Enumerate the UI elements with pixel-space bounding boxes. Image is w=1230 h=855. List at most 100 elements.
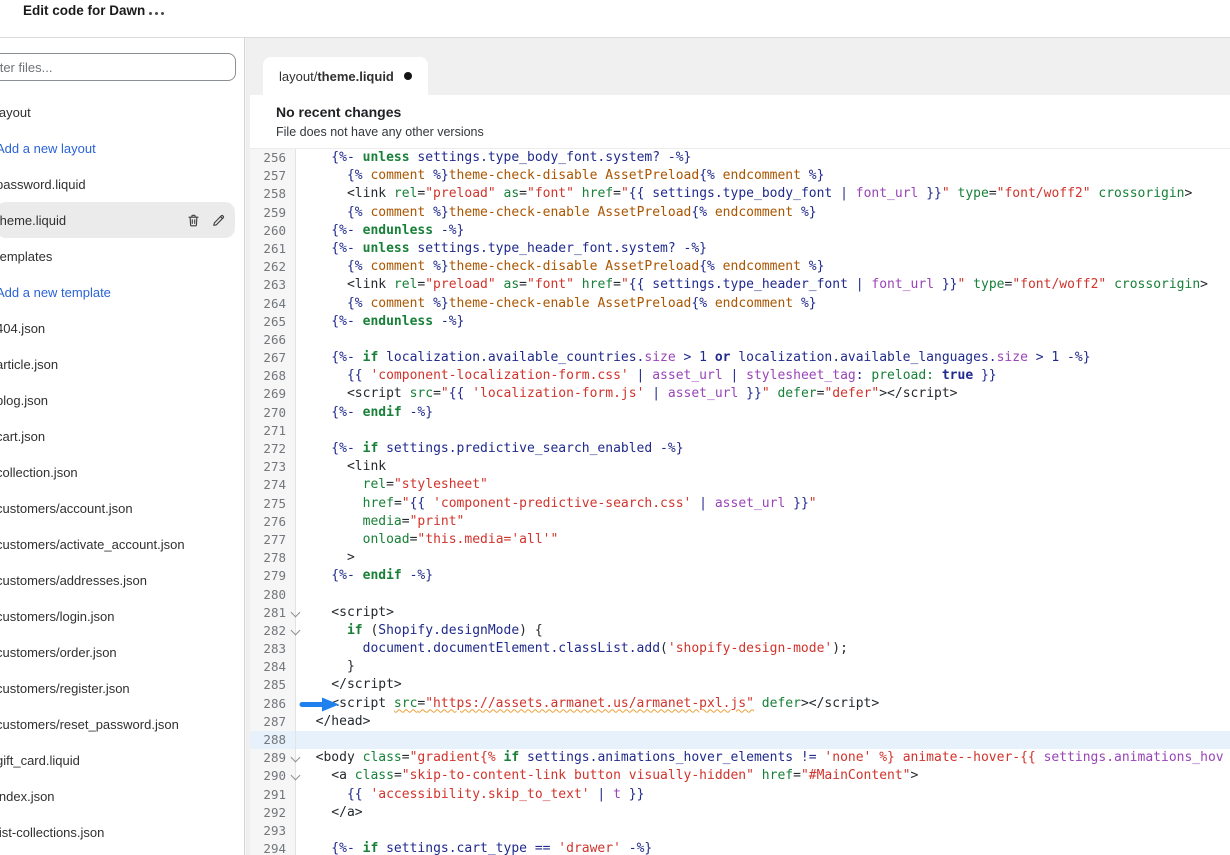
code-text[interactable]: <script src="{{ 'localization-form.js' |…	[296, 385, 1230, 403]
code-line-261[interactable]: 261 {%- unless settings.type_header_font…	[250, 240, 1230, 258]
code-text[interactable]: <script src="https://assets.armanet.us/a…	[296, 695, 1230, 713]
tab-theme-liquid[interactable]: layout/theme.liquid	[263, 57, 428, 95]
code-line-294[interactable]: 294 {%- if settings.cart_type == 'drawer…	[250, 840, 1230, 855]
code-line-279[interactable]: 279 {%- endif -%}	[250, 567, 1230, 585]
code-line-265[interactable]: 265 {%- endunless -%}	[250, 313, 1230, 331]
code-line-282[interactable]: 282 if (Shopify.designMode) {	[250, 622, 1230, 640]
file-password-liquid[interactable]: password.liquid	[0, 166, 244, 202]
edit-icon[interactable]	[211, 213, 226, 228]
code-text[interactable]: {%- unless settings.type_body_font.syste…	[296, 149, 1230, 167]
file-blog-json[interactable]: blog.json	[0, 382, 244, 418]
code-text[interactable]: <link	[296, 458, 1230, 476]
more-actions-button[interactable]	[144, 6, 168, 20]
code-line-283[interactable]: 283 document.documentElement.classList.a…	[250, 640, 1230, 658]
code-line-284[interactable]: 284 }	[250, 658, 1230, 676]
code-line-290[interactable]: 290 <a class="skip-to-content-link butto…	[250, 767, 1230, 785]
code-line-270[interactable]: 270 {%- endif -%}	[250, 404, 1230, 422]
code-line-281[interactable]: 281 <script>	[250, 604, 1230, 622]
code-text[interactable]: {% comment %}theme-check-enable AssetPre…	[296, 204, 1230, 222]
code-line-271[interactable]: 271	[250, 422, 1230, 440]
code-line-266[interactable]: 266	[250, 331, 1230, 349]
code-text[interactable]: {%- endif -%}	[296, 404, 1230, 422]
code-line-256[interactable]: 256 {%- unless settings.type_body_font.s…	[250, 149, 1230, 167]
code-line-273[interactable]: 273 <link	[250, 458, 1230, 476]
code-line-286[interactable]: 286 <script src="https://assets.armanet.…	[250, 695, 1230, 713]
file-404-json[interactable]: 404.json	[0, 310, 244, 346]
code-text[interactable]	[296, 331, 1230, 349]
code-text[interactable]: rel="stylesheet"	[296, 476, 1230, 494]
code-line-288[interactable]: 288	[250, 731, 1230, 749]
file-customers-login-json[interactable]: customers/login.json	[0, 598, 244, 634]
file-cart-json[interactable]: cart.json	[0, 418, 244, 454]
code-line-268[interactable]: 268 {{ 'component-localization-form.css'…	[250, 367, 1230, 385]
code-text[interactable]: {% comment %}theme-check-enable AssetPre…	[296, 295, 1230, 313]
code-text[interactable]: {{ 'component-localization-form.css' | a…	[296, 367, 1230, 385]
code-text[interactable]	[296, 422, 1230, 440]
add-layout-link[interactable]: Add a new layout	[0, 130, 244, 166]
code-line-291[interactable]: 291 {{ 'accessibility.skip_to_text' | t …	[250, 786, 1230, 804]
code-text[interactable]: {%- unless settings.type_header_font.sys…	[296, 240, 1230, 258]
code-text[interactable]: </script>	[296, 676, 1230, 694]
code-text[interactable]	[296, 822, 1230, 840]
code-text[interactable]: {% comment %}theme-check-disable AssetPr…	[296, 258, 1230, 276]
code-text[interactable]: href="{{ 'component-predictive-search.cs…	[296, 495, 1230, 513]
code-text[interactable]: {%- if settings.cart_type == 'drawer' -%…	[296, 840, 1230, 855]
code-line-274[interactable]: 274 rel="stylesheet"	[250, 476, 1230, 494]
code-text[interactable]	[296, 731, 1230, 749]
code-line-264[interactable]: 264 {% comment %}theme-check-enable Asse…	[250, 295, 1230, 313]
code-text[interactable]: {%- endif -%}	[296, 567, 1230, 585]
trash-icon[interactable]	[186, 213, 201, 228]
code-text[interactable]: }	[296, 658, 1230, 676]
code-text[interactable]: <link rel="preload" as="font" href="{{ s…	[296, 185, 1230, 203]
file-theme-liquid[interactable]: theme.liquid	[0, 202, 235, 238]
code-line-277[interactable]: 277 onload="this.media='all'"	[250, 531, 1230, 549]
code-text[interactable]: <link rel="preload" as="font" href="{{ s…	[296, 276, 1230, 294]
code-editor[interactable]: 256 {%- unless settings.type_body_font.s…	[250, 149, 1230, 855]
code-text[interactable]: {{ 'accessibility.skip_to_text' | t }}	[296, 786, 1230, 804]
code-line-287[interactable]: 287 </head>	[250, 713, 1230, 731]
code-line-258[interactable]: 258 <link rel="preload" as="font" href="…	[250, 185, 1230, 203]
file-list-collections-json[interactable]: list-collections.json	[0, 814, 244, 850]
add-template-link[interactable]: Add a new template	[0, 274, 244, 310]
file-customers-activate-account-json[interactable]: customers/activate_account.json	[0, 526, 244, 562]
file-index-json[interactable]: index.json	[0, 778, 244, 814]
code-line-272[interactable]: 272 {%- if settings.predictive_search_en…	[250, 440, 1230, 458]
code-text[interactable]: document.documentElement.classList.add('…	[296, 640, 1230, 658]
code-line-267[interactable]: 267 {%- if localization.available_countr…	[250, 349, 1230, 367]
file-gift-card-liquid[interactable]: gift_card.liquid	[0, 742, 244, 778]
code-text[interactable]: {%- endunless -%}	[296, 313, 1230, 331]
code-line-292[interactable]: 292 </a>	[250, 804, 1230, 822]
file-article-json[interactable]: article.json	[0, 346, 244, 382]
code-text[interactable]: if (Shopify.designMode) {	[296, 622, 1230, 640]
file-customers-account-json[interactable]: customers/account.json	[0, 490, 244, 526]
code-line-278[interactable]: 278 >	[250, 549, 1230, 567]
code-line-289[interactable]: 289 <body class="gradient{% if settings.…	[250, 749, 1230, 767]
code-text[interactable]	[296, 586, 1230, 604]
file-customers-register-json[interactable]: customers/register.json	[0, 670, 244, 706]
file-customers-reset-password-json[interactable]: customers/reset_password.json	[0, 706, 244, 742]
code-line-257[interactable]: 257 {% comment %}theme-check-disable Ass…	[250, 167, 1230, 185]
code-text[interactable]: {% comment %}theme-check-disable AssetPr…	[296, 167, 1230, 185]
code-line-276[interactable]: 276 media="print"	[250, 513, 1230, 531]
code-text[interactable]: media="print"	[296, 513, 1230, 531]
code-line-260[interactable]: 260 {%- endunless -%}	[250, 222, 1230, 240]
code-text[interactable]: onload="this.media='all'"	[296, 531, 1230, 549]
code-text[interactable]: {%- if settings.predictive_search_enable…	[296, 440, 1230, 458]
code-text[interactable]: {%- if localization.available_countries.…	[296, 349, 1230, 367]
code-line-259[interactable]: 259 {% comment %}theme-check-enable Asse…	[250, 204, 1230, 222]
filter-files-input[interactable]	[0, 53, 236, 81]
code-line-263[interactable]: 263 <link rel="preload" as="font" href="…	[250, 276, 1230, 294]
code-line-275[interactable]: 275 href="{{ 'component-predictive-searc…	[250, 495, 1230, 513]
code-line-280[interactable]: 280	[250, 586, 1230, 604]
code-text[interactable]: >	[296, 549, 1230, 567]
code-text[interactable]: </a>	[296, 804, 1230, 822]
code-text[interactable]: {%- endunless -%}	[296, 222, 1230, 240]
code-text[interactable]: </head>	[296, 713, 1230, 731]
sidebar-section-templates[interactable]: templates	[0, 238, 244, 274]
code-line-293[interactable]: 293	[250, 822, 1230, 840]
file-collection-json[interactable]: collection.json	[0, 454, 244, 490]
file-customers-addresses-json[interactable]: customers/addresses.json	[0, 562, 244, 598]
code-line-262[interactable]: 262 {% comment %}theme-check-disable Ass…	[250, 258, 1230, 276]
file-customers-order-json[interactable]: customers/order.json	[0, 634, 244, 670]
code-text[interactable]: <body class="gradient{% if settings.anim…	[296, 749, 1230, 767]
